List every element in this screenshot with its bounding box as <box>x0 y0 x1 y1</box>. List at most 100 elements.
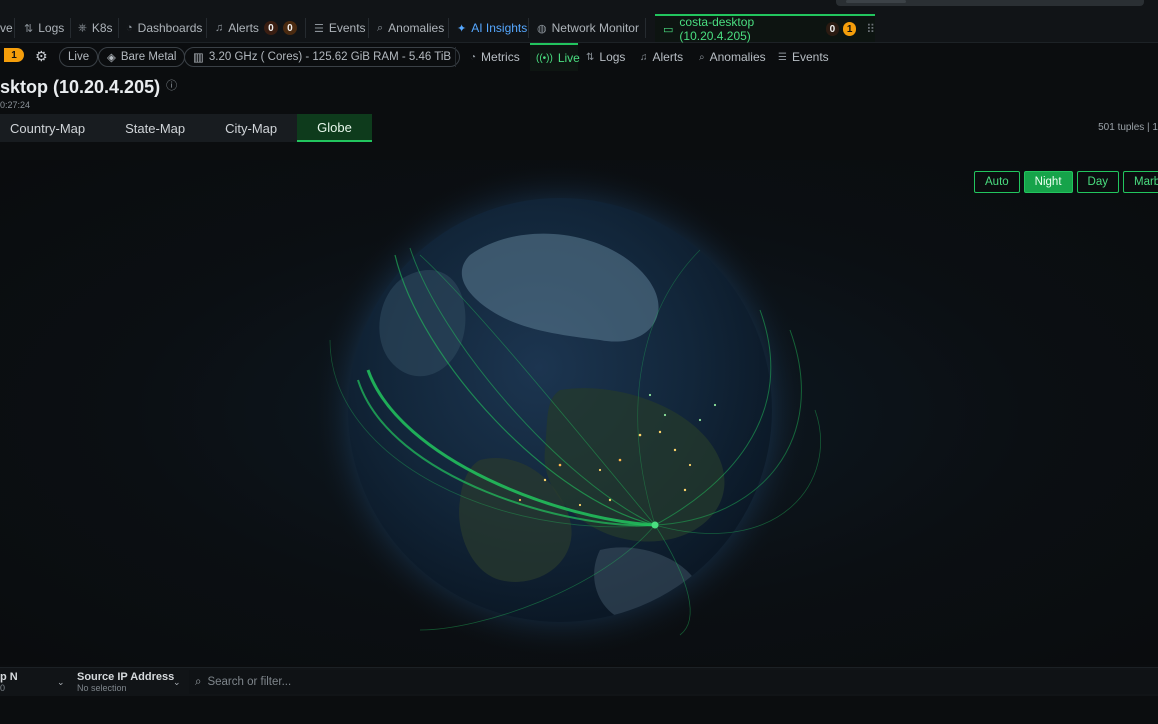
logs-icon: ⇅ <box>24 22 34 35</box>
top-navigation: ve ⇅ Logs ⎈ K8s ◔ Dashboards ♫ Alerts 0 … <box>0 0 1158 43</box>
divider <box>645 18 646 38</box>
anomaly-icon: ⌕ <box>699 51 705 63</box>
live-icon: ((•)) <box>536 52 553 64</box>
map-tabs: Country-Map State-Map City-Map Globe <box>0 114 372 142</box>
tab-host[interactable]: ▭ costa-desktop (10.20.4.205) 0 1 ⠿ <box>655 14 875 43</box>
globe-viewport[interactable] <box>0 160 1158 665</box>
bell-icon: ♫ <box>640 51 648 63</box>
tab-label: Logs <box>38 21 65 35</box>
source-ip-select[interactable]: Source IP Address No selection <box>77 668 187 696</box>
dashboard-icon: ◔ <box>126 22 133 34</box>
monitor-icon: ▭ <box>663 23 674 36</box>
filter-bar: p N 0 ⌄ Source IP Address No selection ⌄… <box>0 667 1158 696</box>
subtab-label: Logs <box>599 50 626 64</box>
subtab-logs[interactable]: ⇅ Logs <box>586 43 625 71</box>
subtab-events[interactable]: ☰ Events <box>778 43 829 71</box>
divider <box>70 18 71 38</box>
tab-state-map[interactable]: State-Map <box>105 114 206 142</box>
tab-live[interactable]: ve <box>0 14 13 42</box>
subtab-alerts[interactable]: ♫ Alerts <box>640 43 683 71</box>
subtab-metrics[interactable]: ◔ Metrics <box>470 43 520 71</box>
events-icon: ☰ <box>314 22 324 35</box>
tag-icon: ◈ <box>107 52 116 64</box>
logs-icon: ⇅ <box>586 51 595 63</box>
tab-label: Network Monitor <box>551 21 639 35</box>
subtab-anomalies[interactable]: ⌕ Anomalies <box>699 43 766 71</box>
tab-label: ve <box>0 21 13 35</box>
info-icon[interactable]: ⓘ <box>166 80 177 92</box>
tab-label: Events <box>328 21 366 35</box>
tab-label: Alerts <box>228 21 259 35</box>
page-subtitle: 0:27:24 <box>0 100 31 110</box>
tab-network-monitor[interactable]: ◍ Network Monitor <box>537 14 639 42</box>
mode-night-button[interactable]: Night <box>1023 171 1073 193</box>
tab-label: AI Insights <box>471 21 528 35</box>
bell-icon: ♫ <box>215 22 224 34</box>
chevron-down-icon[interactable]: ⌄ <box>173 677 181 688</box>
search-icon: ⌕ <box>195 675 202 688</box>
tab-logs[interactable]: ⇅ Logs <box>24 14 64 42</box>
divider <box>528 18 529 38</box>
subtab-label: Events <box>791 50 829 64</box>
tab-city-map[interactable]: City-Map <box>205 114 298 142</box>
page-title: sktop (10.20.4.205) ⓘ <box>0 77 177 98</box>
footer-area <box>0 696 1158 724</box>
tab-scrollbar[interactable] <box>836 0 1144 6</box>
divider <box>305 18 306 38</box>
subtab-label: Metrics <box>481 50 520 64</box>
host-count-badge: 0 <box>825 22 840 36</box>
drag-handle-icon[interactable]: ⠿ <box>866 22 875 36</box>
subtab-label: Anomalies <box>709 50 766 64</box>
settings-icon[interactable]: ⚙ <box>35 48 48 65</box>
server-icon: ▥ <box>193 52 204 64</box>
tuples-count: 501 tuples | 1 <box>1098 122 1158 133</box>
divider <box>118 18 119 38</box>
sparkle-icon: ✦ <box>457 22 467 35</box>
mode-marble-button[interactable]: Marble <box>1122 171 1158 193</box>
tab-globe[interactable]: Globe <box>297 114 372 142</box>
host-count-badge: 1 <box>843 22 857 36</box>
tab-alerts[interactable]: ♫ Alerts 0 0 <box>215 14 297 42</box>
tab-label: Dashboards <box>137 21 203 35</box>
live-pill-label: Live <box>68 51 90 63</box>
divider <box>14 18 15 38</box>
divider <box>448 18 449 38</box>
tab-country-map[interactable]: Country-Map <box>0 114 106 142</box>
tab-anomalies[interactable]: ⌕ Anomalies <box>377 14 444 42</box>
tab-label: K8s <box>91 21 113 35</box>
k8s-icon: ⎈ <box>78 21 87 34</box>
metrics-icon: ◔ <box>470 51 477 63</box>
search-placeholder: Search or filter... <box>207 676 292 688</box>
mode-day-button[interactable]: Day <box>1076 171 1119 193</box>
tab-ai-insights[interactable]: ✦ AI Insights <box>457 14 527 42</box>
specs-label: 3.20 GHz ( Cores) - 125.62 GiB RAM - 5.4… <box>208 51 452 63</box>
mode-auto-button[interactable]: Auto <box>974 171 1020 193</box>
subtab-label: Alerts <box>652 50 684 64</box>
subtab-label: Live <box>557 51 580 65</box>
specs-pill: ▥ 3.20 GHz ( Cores) - 125.62 GiB RAM - 5… <box>184 47 461 67</box>
search-input[interactable]: ⌕ Search or filter... <box>189 670 1158 694</box>
tab-events[interactable]: ☰ Events <box>314 14 366 42</box>
source-ip-value: No selection <box>77 683 127 693</box>
chevron-down-icon[interactable]: ⌄ <box>57 677 65 688</box>
bare-metal-label: Bare Metal <box>120 51 177 63</box>
divider <box>368 18 369 38</box>
globe-visualization[interactable] <box>0 160 1158 665</box>
alert-count-badge: 0 <box>263 21 278 35</box>
live-pill[interactable]: Live <box>59 47 99 67</box>
divider <box>206 18 207 38</box>
network-icon: ◍ <box>537 22 547 35</box>
anomaly-icon: ⌕ <box>377 21 384 34</box>
host-subbar: 1 ⚙ Live ◈ Bare Metal ▥ 3.20 GHz ( Cores… <box>0 43 1158 71</box>
divider <box>455 47 456 67</box>
globe-mode-toggle: Auto Night Day Marble <box>974 171 1158 193</box>
source-node <box>651 521 659 529</box>
source-ip-label: Source IP Address <box>77 671 175 683</box>
alert-count-badge: 0 <box>282 21 297 35</box>
page-title-text: sktop (10.20.4.205) <box>0 77 161 97</box>
tab-k8s[interactable]: ⎈ K8s <box>78 14 113 42</box>
tab-dashboards[interactable]: ◔ Dashboards <box>126 14 202 42</box>
host-tab-label: costa-desktop (10.20.4.205) <box>679 15 755 43</box>
events-icon: ☰ <box>778 51 787 63</box>
subtab-live[interactable]: ((•)) Live <box>530 43 580 71</box>
